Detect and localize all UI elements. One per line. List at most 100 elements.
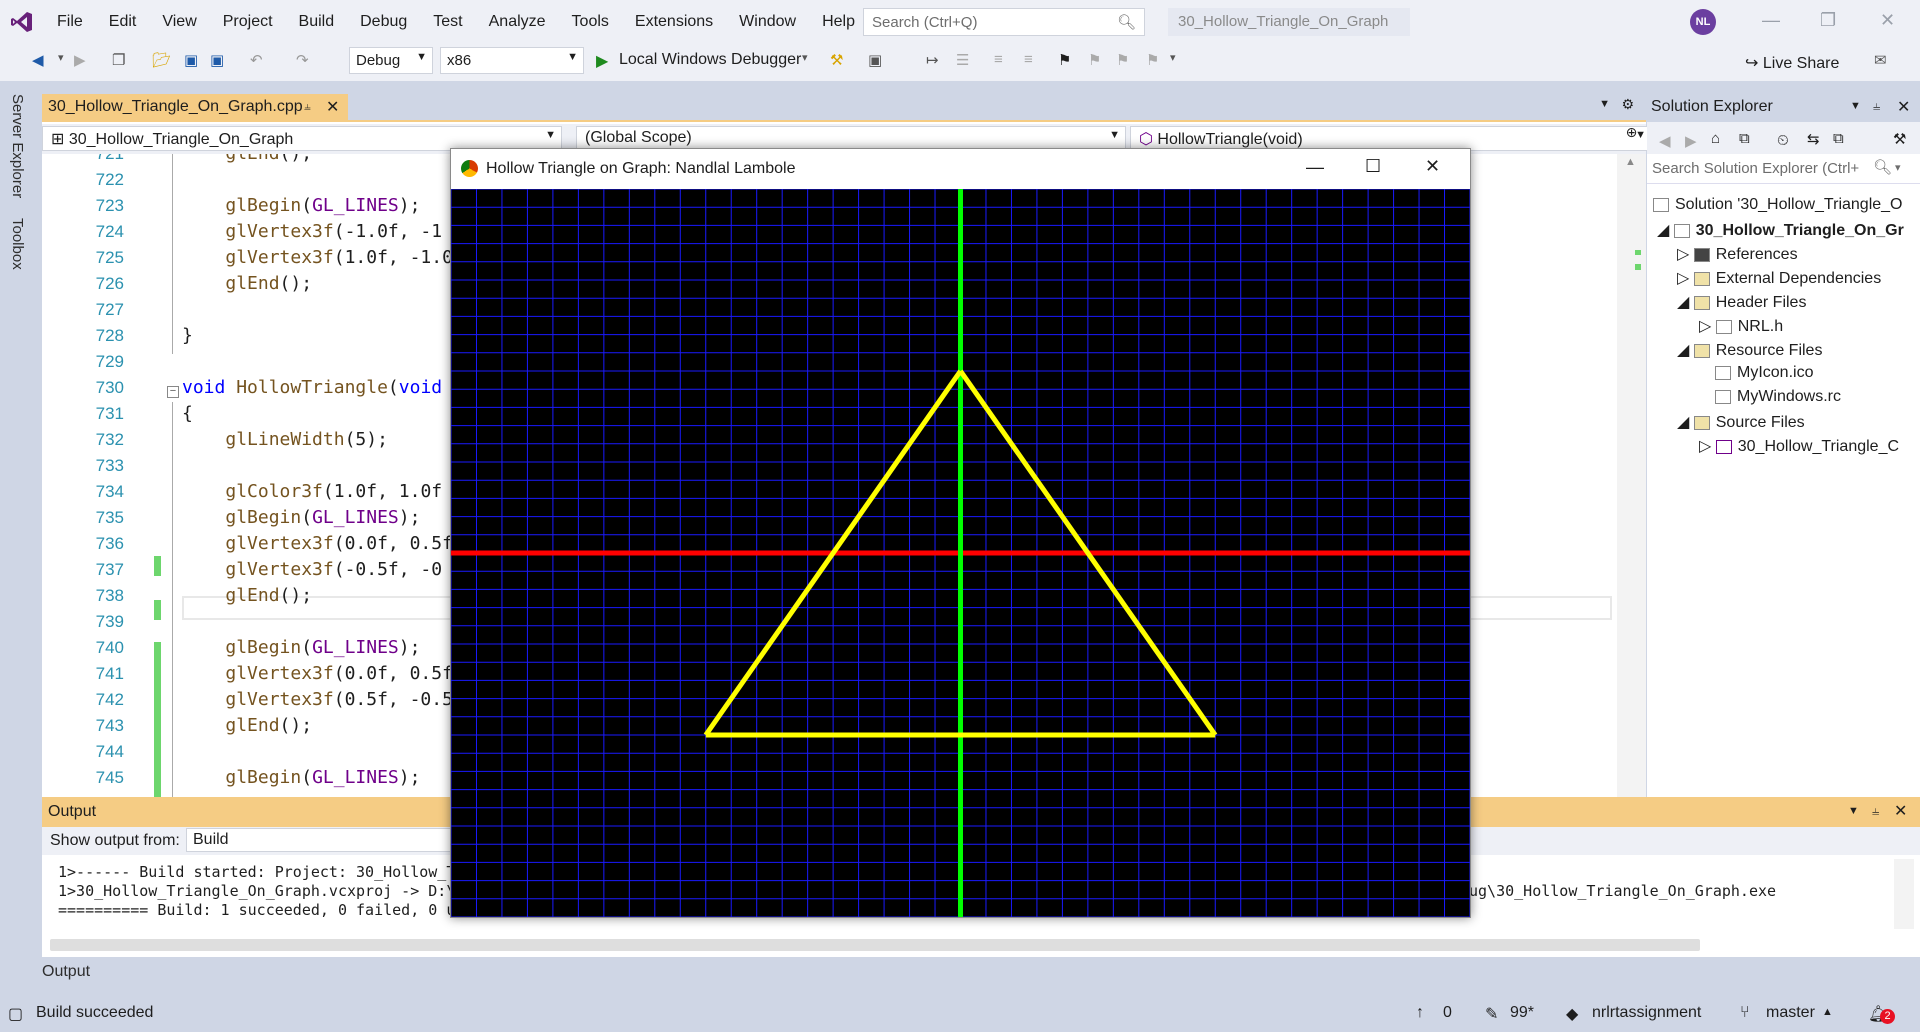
search-input[interactable]: Search (Ctrl+Q) 🔍︎ — [863, 8, 1145, 36]
collapse-icon[interactable]: − — [167, 386, 179, 398]
close-tab-icon[interactable]: ✕ — [326, 97, 339, 117]
visual-studio-logo-icon[interactable] — [0, 0, 44, 43]
split-icon[interactable]: ⊕ — [1617, 124, 1646, 146]
avatar[interactable]: NL — [1690, 9, 1716, 35]
chevron-down-icon[interactable]: ▼ — [1850, 100, 1861, 112]
maximize-icon[interactable]: ☐ — [1365, 156, 1381, 177]
sync-icon[interactable]: ⇆ — [1807, 130, 1820, 148]
tree-file-myicon[interactable]: MyIcon.ico — [1715, 364, 1813, 382]
pin-icon[interactable]: ⫨ — [1873, 98, 1880, 114]
pin-icon[interactable]: ⫨ — [1872, 803, 1879, 819]
format-icon[interactable]: ☰ — [956, 51, 969, 69]
menu-analyze[interactable]: Analyze — [476, 0, 559, 43]
next-bookmark-icon[interactable]: ⚑ — [1116, 51, 1129, 69]
menu-project[interactable]: Project — [210, 0, 286, 43]
branch-icon[interactable]: ⑂ — [1740, 1004, 1750, 1022]
feedback-icon[interactable]: ✉ — [1874, 51, 1887, 69]
tree-solution[interactable]: Solution '30_Hollow_Triangle_O — [1653, 196, 1902, 214]
editor-vertical-scrollbar[interactable]: ▲ ⊕ — [1617, 124, 1646, 797]
tree-external-dependencies[interactable]: ▷ External Dependencies — [1677, 268, 1881, 288]
pending-changes-icon[interactable]: ⏲ — [1777, 132, 1789, 149]
uncomment-icon[interactable]: ≡ — [1024, 51, 1033, 68]
tab-toolbox[interactable]: Toolbox — [9, 218, 26, 270]
opengl-window[interactable]: Hollow Triangle on Graph: Nandlal Lambol… — [450, 148, 1471, 918]
bookmark-icon[interactable]: ⚑ — [1058, 51, 1071, 69]
push-icon[interactable]: ↑ — [1416, 1004, 1424, 1022]
tree-references[interactable]: ▷ References — [1677, 244, 1798, 264]
tab-server-explorer[interactable]: Server Explorer — [9, 94, 26, 198]
scroll-up-icon[interactable]: ▲ — [1625, 156, 1636, 168]
open-folder-icon[interactable]: 📂︎ — [152, 51, 171, 69]
menu-view[interactable]: View — [149, 0, 209, 43]
solution-search-input[interactable]: Search Solution Explorer (Ctrl+ 🔍︎ ▾ — [1647, 154, 1920, 184]
unpushed-count[interactable]: 0 — [1443, 1004, 1452, 1022]
menu-test[interactable]: Test — [420, 0, 475, 43]
chevron-down-icon[interactable]: ▾ — [1170, 51, 1176, 64]
properties-icon[interactable]: ⚒ — [1893, 130, 1906, 148]
output-bottom-tab[interactable]: Output — [42, 963, 90, 981]
configuration-select[interactable]: Debug ▼ — [349, 47, 433, 74]
changes-count[interactable]: 99* — [1510, 1004, 1534, 1022]
chevron-down-icon[interactable]: ▾ — [58, 51, 64, 64]
close-icon[interactable]: ✕ — [1425, 156, 1440, 177]
chevron-down-icon[interactable]: ▼ — [1599, 98, 1610, 110]
tree-header-files[interactable]: ◢ Header Files — [1677, 292, 1806, 312]
menu-file[interactable]: File — [44, 0, 96, 43]
restore-icon[interactable]: ❐ — [1820, 10, 1836, 31]
repository-icon[interactable]: ◆ — [1566, 1004, 1578, 1024]
tree-source-files[interactable]: ◢ Source Files — [1677, 412, 1805, 432]
comment-icon[interactable]: ≡ — [994, 51, 1003, 68]
forward-icon[interactable]: ▶ — [74, 51, 86, 69]
output-source-select[interactable]: Build — [186, 828, 486, 852]
minimize-icon[interactable]: — — [1306, 157, 1324, 178]
repository-name[interactable]: nrlrtassignment — [1592, 1004, 1701, 1022]
minimize-icon[interactable]: — — [1762, 10, 1780, 31]
chevron-down-icon[interactable]: ▾ — [1895, 161, 1901, 174]
pin-icon[interactable]: ⫨ — [304, 99, 311, 114]
attach-icon[interactable]: ⚒ — [830, 51, 843, 69]
save-icon[interactable]: ▣ — [184, 51, 198, 69]
tree-file-cpp[interactable]: ▷ 30_Hollow_Triangle_C — [1699, 436, 1899, 456]
chevron-down-icon[interactable]: ▾ — [802, 51, 808, 64]
debugger-button[interactable]: Local Windows Debugger — [619, 51, 801, 69]
opengl-window-titlebar[interactable]: Hollow Triangle on Graph: Nandlal Lambol… — [451, 149, 1470, 189]
chevron-up-icon[interactable]: ▲ — [1822, 1006, 1833, 1018]
tree-project[interactable]: ◢ 30_Hollow_Triangle_On_Gr — [1657, 220, 1904, 240]
home-icon[interactable]: ⌂ — [1711, 130, 1720, 147]
forward-icon[interactable]: ▶ — [1685, 132, 1697, 150]
back-icon[interactable]: ◀ — [32, 51, 44, 69]
branch-name[interactable]: master — [1766, 1004, 1815, 1022]
step-icon[interactable]: ↦ — [926, 51, 939, 69]
live-share-button[interactable]: ↪ Live Share — [1745, 53, 1839, 73]
undo-icon[interactable]: ↶ — [250, 51, 263, 69]
menu-tools[interactable]: Tools — [559, 0, 622, 43]
tree-file-mywindows-rc[interactable]: MyWindows.rc — [1715, 388, 1841, 406]
output-horizontal-scrollbar[interactable] — [50, 939, 1700, 951]
output-vertical-scrollbar[interactable] — [1894, 859, 1914, 929]
gear-icon[interactable]: ⚙ — [1621, 96, 1634, 113]
platform-select[interactable]: x86 ▼ — [440, 47, 584, 74]
screenshot-icon[interactable]: ▣ — [868, 51, 882, 69]
close-icon[interactable]: ✕ — [1894, 801, 1907, 821]
new-project-icon[interactable]: ❐ — [112, 51, 125, 69]
pencil-icon[interactable]: ✎ — [1485, 1004, 1498, 1024]
save-all-icon[interactable]: ▣ — [210, 51, 224, 69]
back-icon[interactable]: ◀ — [1659, 132, 1671, 150]
close-icon[interactable]: ✕ — [1897, 97, 1910, 117]
start-debug-icon[interactable]: ▶ — [596, 51, 608, 71]
redo-icon[interactable]: ↷ — [296, 51, 309, 69]
close-icon[interactable]: ✕ — [1880, 10, 1895, 31]
clear-bookmarks-icon[interactable]: ⚑ — [1146, 51, 1159, 69]
chevron-down-icon[interactable]: ▼ — [1848, 805, 1859, 817]
tree-file-nrl-h[interactable]: ▷ NRL.h — [1699, 316, 1783, 336]
menu-window[interactable]: Window — [726, 0, 809, 43]
menu-build[interactable]: Build — [286, 0, 348, 43]
menu-extensions[interactable]: Extensions — [622, 0, 726, 43]
switch-views-icon[interactable]: ⧉ — [1739, 130, 1750, 147]
prev-bookmark-icon[interactable]: ⚑ — [1088, 51, 1101, 69]
tab-document[interactable]: 30_Hollow_Triangle_On_Graph.cpp ⫨ ✕ — [42, 94, 348, 122]
menu-debug[interactable]: Debug — [347, 0, 420, 43]
collapse-all-icon[interactable]: ⧉ — [1833, 130, 1844, 147]
menu-help[interactable]: Help — [809, 0, 868, 43]
menu-edit[interactable]: Edit — [96, 0, 150, 43]
